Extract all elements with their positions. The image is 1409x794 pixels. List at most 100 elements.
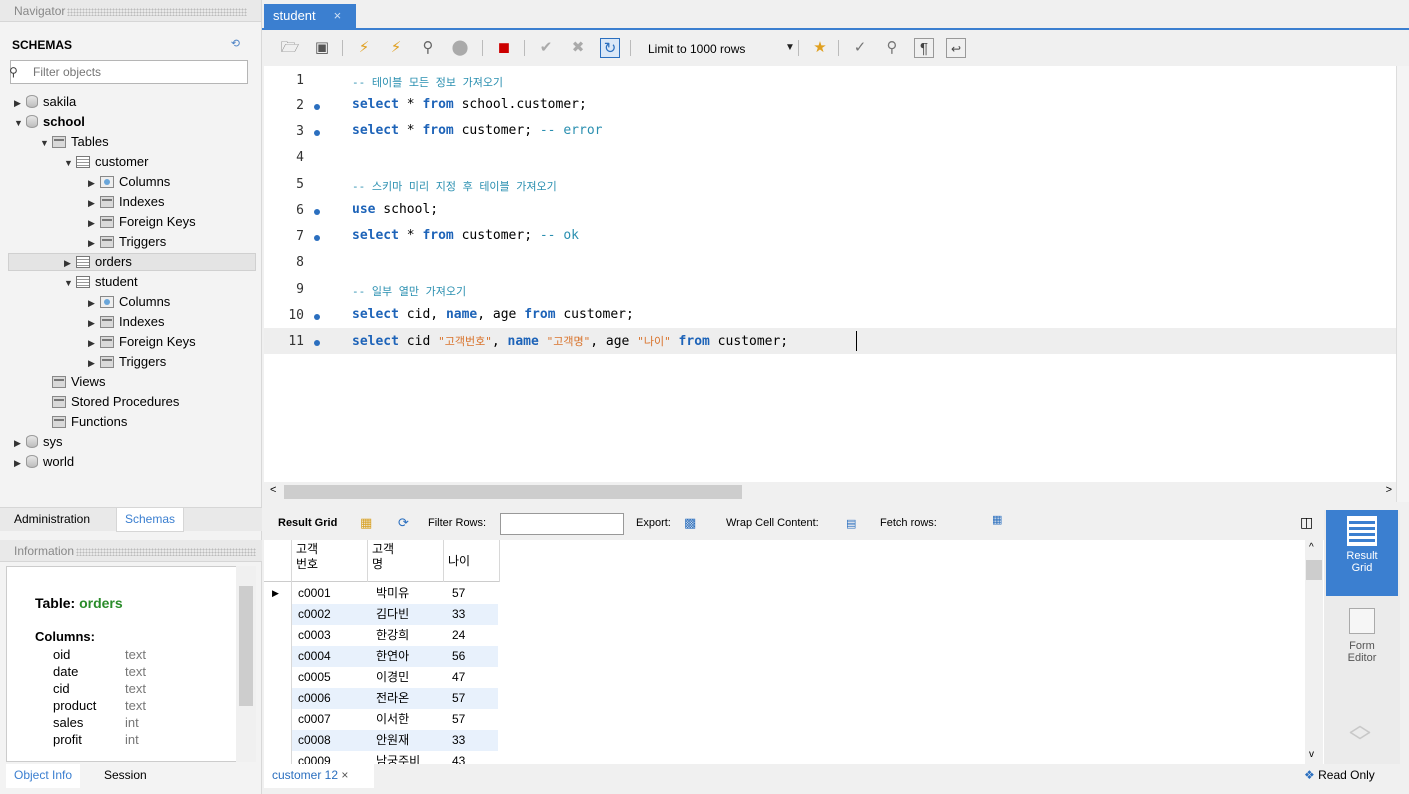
line-number: 10 (288, 308, 304, 323)
info-scrollbar[interactable] (236, 566, 256, 762)
open-file-icon[interactable]: 🗁 (280, 38, 300, 58)
navigator-title: Navigator (0, 0, 261, 22)
result-toolbar: Result Grid ▦ ⟳ Filter Rows: Export: ▩ W… (264, 510, 1324, 538)
fetch-rows-label: Fetch rows: (880, 517, 937, 529)
tree-item-orders[interactable]: ▶ orders (64, 252, 132, 272)
status-bar: customer 12 × ❖ Read Only (264, 764, 1409, 794)
find-icon[interactable]: ⚲ (882, 38, 902, 58)
scroll-right-icon[interactable]: > (1386, 484, 1392, 496)
tree-item-triggers[interactable]: ▶ Triggers (88, 352, 166, 372)
toggle-panel-icon[interactable]: ◫ (1300, 514, 1313, 531)
current-row-icon: ▶ (272, 588, 279, 598)
info-column: profit int (53, 732, 139, 747)
explain-icon[interactable]: ⚲ (418, 38, 438, 58)
tree-item-tables[interactable]: ▼ Tables (40, 132, 109, 152)
tree-item-functions[interactable]: Functions (52, 412, 127, 432)
scroll-left-icon[interactable]: < (270, 484, 276, 496)
wrap-lines-icon[interactable]: ↩ (946, 38, 966, 58)
tree-item-views[interactable]: Views (52, 372, 105, 392)
line-number: 1 (296, 73, 304, 88)
info-table-title: Table: orders (35, 595, 123, 611)
chevron-down-icon[interactable]: v (1309, 749, 1314, 760)
folder-icon (52, 415, 66, 428)
line-number: 5 (296, 177, 304, 192)
wrap-icon[interactable]: ▤ (846, 517, 856, 530)
table-row[interactable]: c0002 김다빈 33 (292, 604, 498, 625)
tree-item-triggers[interactable]: ▶ Triggers (88, 232, 166, 252)
filter-box[interactable]: ⚲ (9, 60, 248, 84)
rollback-icon[interactable]: ✖ (568, 38, 588, 58)
tree-item-indexes[interactable]: ▶ Indexes (88, 312, 165, 332)
tab-object-info[interactable]: Object Info (6, 764, 81, 788)
tree-item-customer[interactable]: ▼ customer (64, 152, 148, 172)
line-number: 2 (296, 98, 304, 113)
form-editor-button[interactable]: Form Editor (1326, 600, 1398, 670)
tree-item-student[interactable]: ▼ student (64, 272, 138, 292)
line-number: 3 (296, 124, 304, 139)
table-row[interactable]: c0009 남궁주비 43 (292, 751, 498, 764)
tab-result-customer[interactable]: customer 12 × (264, 764, 374, 788)
tab-session[interactable]: Session (96, 764, 155, 788)
beautify-icon[interactable]: ★ (810, 38, 830, 58)
refresh-icon[interactable]: ⟳ (398, 515, 409, 531)
info-columns-label: Columns: (35, 629, 95, 644)
tree-item-world[interactable]: ▶ world (14, 452, 74, 472)
toggle-error-icon[interactable]: ◼ (494, 38, 514, 58)
table-row[interactable]: c0004 한연아 56 (292, 646, 498, 667)
table-row[interactable]: c0005 이경민 47 (292, 667, 498, 688)
fetch-icon[interactable]: ▦ (992, 513, 1002, 526)
collapse-chevrons-icon[interactable]: ︿ ﹀ (1346, 714, 1374, 756)
close-icon[interactable]: × (341, 768, 348, 782)
code-area[interactable]: 1 -- 테이블 모든 정보 가져오기 2 select * from scho… (264, 66, 1396, 482)
refresh-icon[interactable]: ⟲ (231, 37, 240, 50)
grid-header-cell[interactable]: 고객 번호 (292, 540, 368, 582)
triggers-icon (100, 355, 114, 368)
invisible-chars-icon[interactable]: ¶ (914, 38, 934, 58)
filter-rows-input[interactable] (500, 513, 624, 535)
tree-item-indexes[interactable]: ▶ Indexes (88, 192, 165, 212)
table-row[interactable]: c0003 한강희 24 (292, 625, 498, 646)
tree-item-columns[interactable]: ▶ Columns (88, 292, 170, 312)
code-line: select cid, name, age from customer; (352, 307, 634, 322)
tree-item-sakila[interactable]: ▶ sakila (14, 92, 76, 112)
grid-view-icon[interactable]: ▦ (360, 515, 372, 531)
tree-item-sys[interactable]: ▶ sys (14, 432, 63, 452)
tree-item-columns[interactable]: ▶ Columns (88, 172, 170, 192)
statement-dot (314, 130, 320, 136)
export-icon[interactable]: ▩ (684, 515, 696, 531)
tab-schemas[interactable]: Schemas (116, 508, 185, 532)
stop-icon[interactable]: ⬤ (450, 38, 470, 58)
format-icon[interactable]: ✓ (850, 38, 870, 58)
grid-header-cell[interactable]: 나이 (444, 540, 500, 582)
tree-item-foreign-keys[interactable]: ▶ Foreign Keys (88, 212, 196, 232)
table-row[interactable]: ▶ c0001 박미유 57 (264, 583, 498, 604)
save-icon[interactable]: ▣ (312, 38, 332, 58)
search-icon: ⚲ (9, 65, 18, 79)
limit-rows-select[interactable]: Limit to 1000 rows (640, 38, 802, 60)
table-row[interactable]: c0008 안원재 33 (292, 730, 498, 751)
commit-icon[interactable]: ✔ (536, 38, 556, 58)
grid-icon (1347, 516, 1377, 546)
close-icon[interactable]: × (334, 8, 342, 23)
table-row[interactable]: c0006 전라온 57 (292, 688, 498, 709)
database-icon (26, 435, 38, 449)
info-column: cid text (53, 681, 146, 696)
information-title: Information (0, 540, 262, 562)
execute-current-icon[interactable]: ⚡ (386, 38, 406, 58)
execute-icon[interactable]: ⚡ (354, 38, 374, 58)
filter-input[interactable] (33, 63, 243, 81)
tab-student[interactable]: student × (264, 4, 356, 30)
editor-hscrollbar[interactable]: < > (264, 482, 1396, 502)
chevron-up-icon[interactable]: ^ (1309, 542, 1314, 553)
tree-item-foreign-keys[interactable]: ▶ Foreign Keys (88, 332, 196, 352)
tree-item-stored-procedures[interactable]: Stored Procedures (52, 392, 179, 412)
editor-vscrollbar[interactable] (1396, 66, 1409, 502)
grid-vscrollbar[interactable]: ^ v (1305, 540, 1323, 764)
folder-icon (52, 395, 66, 408)
autocommit-icon[interactable]: ↻ (600, 38, 620, 58)
result-grid-button[interactable]: Result Grid (1326, 510, 1398, 596)
tab-administration[interactable]: Administration (6, 508, 98, 532)
tree-item-school[interactable]: ▼ school (14, 112, 85, 132)
table-row[interactable]: c0007 이서한 57 (292, 709, 498, 730)
grid-header-cell[interactable]: 고객 명 (368, 540, 444, 582)
